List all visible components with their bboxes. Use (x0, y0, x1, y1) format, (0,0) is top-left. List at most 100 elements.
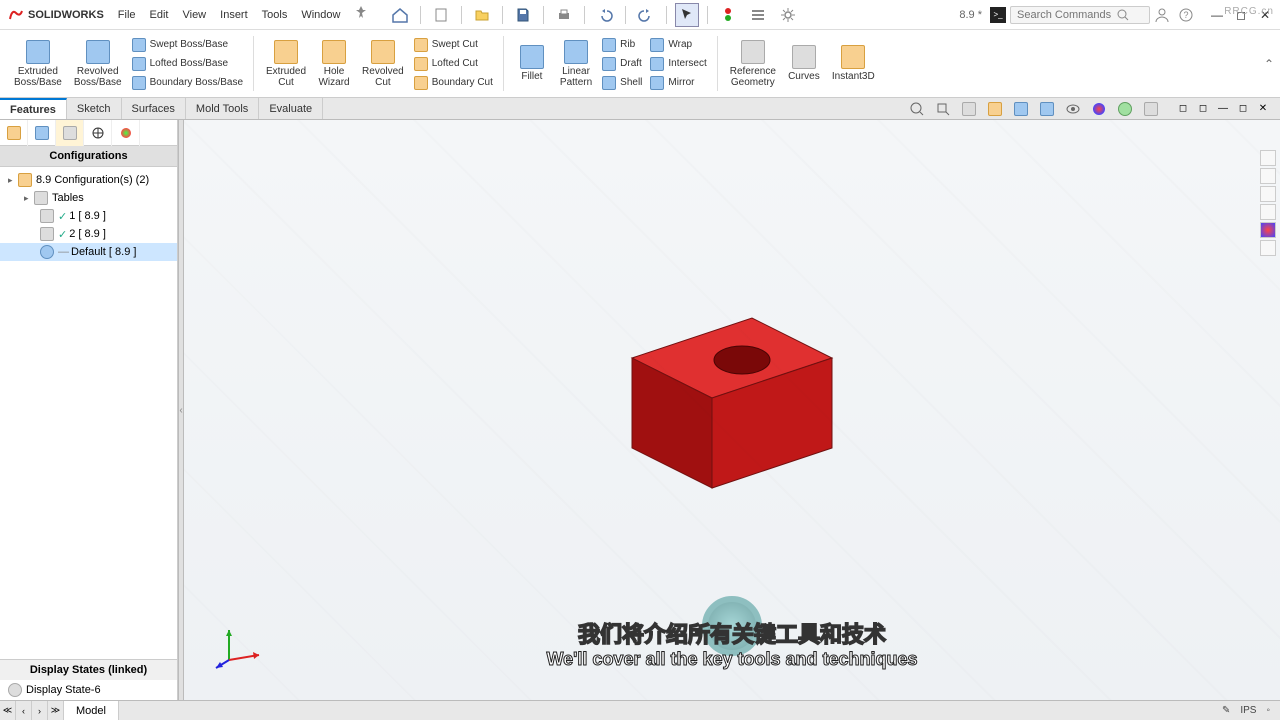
pin-icon[interactable] (354, 5, 368, 19)
tab-sketch[interactable]: Sketch (67, 98, 122, 119)
status-edit-icon[interactable]: ✎ (1222, 705, 1230, 716)
taskpane-custom-icon[interactable] (1260, 240, 1276, 256)
nav-prev-icon[interactable]: ‹ (16, 701, 32, 720)
command-tabs: Features Sketch Surfaces Mold Tools Eval… (0, 98, 1280, 120)
view-settings-icon[interactable] (1140, 98, 1162, 120)
rib-button[interactable]: Rib (598, 36, 646, 54)
extruded-boss-button[interactable]: ExtrudedBoss/Base (8, 38, 68, 90)
redo-button[interactable] (634, 3, 658, 27)
search-input[interactable] (1017, 9, 1117, 21)
settings-button[interactable] (776, 3, 800, 27)
tab-surfaces[interactable]: Surfaces (122, 98, 186, 119)
title-bar: SOLIDWORKS File Edit View Insert Tools W… (0, 0, 1280, 30)
menu-tools[interactable]: Tools (256, 5, 294, 25)
reference-geometry-button[interactable]: ReferenceGeometry (724, 38, 782, 90)
appearance-icon[interactable] (1088, 98, 1110, 120)
menu-insert[interactable]: Insert (214, 5, 254, 25)
section-view-icon[interactable] (984, 98, 1006, 120)
display-manager-tab-icon[interactable] (112, 120, 140, 146)
boundary-boss-button[interactable]: Boundary Boss/Base (128, 74, 247, 92)
model-tab[interactable]: Model (64, 701, 119, 720)
tab-mold-tools[interactable]: Mold Tools (186, 98, 259, 119)
save-button[interactable] (511, 3, 535, 27)
draft-button[interactable]: Draft (598, 55, 646, 73)
dimxpert-tab-icon[interactable] (84, 120, 112, 146)
menu-edit[interactable]: Edit (144, 5, 175, 25)
boundary-cut-button[interactable]: Boundary Cut (410, 74, 497, 92)
taskpane-appearance-icon[interactable] (1260, 222, 1276, 238)
doc-close-button[interactable]: ✕ (1254, 100, 1272, 118)
linear-pattern-button[interactable]: LinearPattern (554, 38, 598, 90)
doc-maximize-button[interactable]: ◻ (1234, 100, 1252, 118)
display-state-row[interactable]: Display State-6 (0, 680, 177, 700)
label: RevolvedCut (362, 66, 404, 88)
units-label[interactable]: IPS (1240, 705, 1256, 716)
zoom-to-fit-icon[interactable] (906, 98, 928, 120)
nav-first-icon[interactable]: ≪ (0, 701, 16, 720)
revolved-boss-button[interactable]: RevolvedBoss/Base (68, 38, 128, 90)
mirror-button[interactable]: Mirror (646, 74, 710, 92)
swept-cut-button[interactable]: Swept Cut (410, 36, 497, 54)
options-list-button[interactable] (746, 3, 770, 27)
display-states-panel: Display States (linked) Display State-6 (0, 659, 177, 700)
menu-window[interactable]: Window (295, 5, 346, 25)
tree-root[interactable]: ▸8.9 Configuration(s) (2) (0, 171, 177, 189)
video-subtitle: 我们将介绍所有关键工具和技术 We'll cover all the key t… (546, 617, 917, 670)
help-icon[interactable]: ? (1174, 3, 1198, 27)
hole-wizard-button[interactable]: HoleWizard (312, 38, 356, 90)
scene-icon[interactable] (1114, 98, 1136, 120)
property-manager-tab-icon[interactable] (28, 120, 56, 146)
menu-view[interactable]: View (176, 5, 212, 25)
feature-tree-tab-icon[interactable] (0, 120, 28, 146)
tree-tables[interactable]: ▸Tables (0, 189, 177, 207)
doc-minimize-button[interactable]: — (1214, 100, 1232, 118)
undo-button[interactable] (593, 3, 617, 27)
open-button[interactable] (470, 3, 494, 27)
nav-last-icon[interactable]: ≫ (48, 701, 64, 720)
print-button[interactable] (552, 3, 576, 27)
view-orientation-icon[interactable] (1010, 98, 1032, 120)
curves-button[interactable]: Curves (782, 43, 826, 84)
extruded-cut-button[interactable]: ExtrudedCut (260, 38, 312, 90)
user-icon[interactable] (1150, 3, 1174, 27)
tab-evaluate[interactable]: Evaluate (259, 98, 323, 119)
taskpane-view-icon[interactable] (1260, 204, 1276, 220)
lofted-cut-button[interactable]: Lofted Cut (410, 55, 497, 73)
nav-next-icon[interactable]: › (32, 701, 48, 720)
hide-show-icon[interactable] (1062, 98, 1084, 120)
config-row-2[interactable]: ✓2 [ 8.9 ] (0, 225, 177, 243)
previous-view-icon[interactable] (958, 98, 980, 120)
search-commands[interactable] (1010, 6, 1150, 24)
label: RevolvedBoss/Base (74, 66, 122, 88)
collapse-ribbon-icon[interactable]: ⌃ (1264, 57, 1274, 71)
home-button[interactable] (388, 3, 412, 27)
fillet-button[interactable]: Fillet (510, 43, 554, 84)
graphics-viewport[interactable]: 我们将介绍所有关键工具和技术 We'll cover all the key t… (184, 120, 1280, 700)
config-row-default[interactable]: —Default [ 8.9 ] (0, 243, 177, 261)
new-button[interactable] (429, 3, 453, 27)
menu-file[interactable]: File (112, 5, 142, 25)
tab-features[interactable]: Features (0, 98, 67, 119)
command-prompt-icon[interactable]: >_ (990, 7, 1006, 23)
configuration-manager-tab-icon[interactable] (56, 120, 84, 146)
rebuild-button[interactable] (716, 3, 740, 27)
doc-pane2-icon[interactable]: ◻ (1194, 100, 1212, 118)
search-icon (1117, 9, 1129, 21)
shell-button[interactable]: Shell (598, 74, 646, 92)
instant3d-button[interactable]: Instant3D (826, 43, 881, 84)
config-row-1[interactable]: ✓1 [ 8.9 ] (0, 207, 177, 225)
wrap-button[interactable]: Wrap (646, 36, 710, 54)
intersect-button[interactable]: Intersect (646, 55, 710, 73)
zoom-area-icon[interactable] (932, 98, 954, 120)
select-button[interactable] (675, 3, 699, 27)
revolved-cut-button[interactable]: RevolvedCut (356, 38, 410, 90)
swept-boss-button[interactable]: Swept Boss/Base (128, 36, 247, 54)
status-misc-icon[interactable]: ◦ (1266, 705, 1270, 716)
orientation-triad[interactable] (214, 620, 264, 670)
lofted-boss-button[interactable]: Lofted Boss/Base (128, 55, 247, 73)
taskpane-home-icon[interactable] (1260, 150, 1276, 166)
display-style-icon[interactable] (1036, 98, 1058, 120)
taskpane-library-icon[interactable] (1260, 168, 1276, 184)
taskpane-explorer-icon[interactable] (1260, 186, 1276, 202)
doc-pane1-icon[interactable]: ◻ (1174, 100, 1192, 118)
